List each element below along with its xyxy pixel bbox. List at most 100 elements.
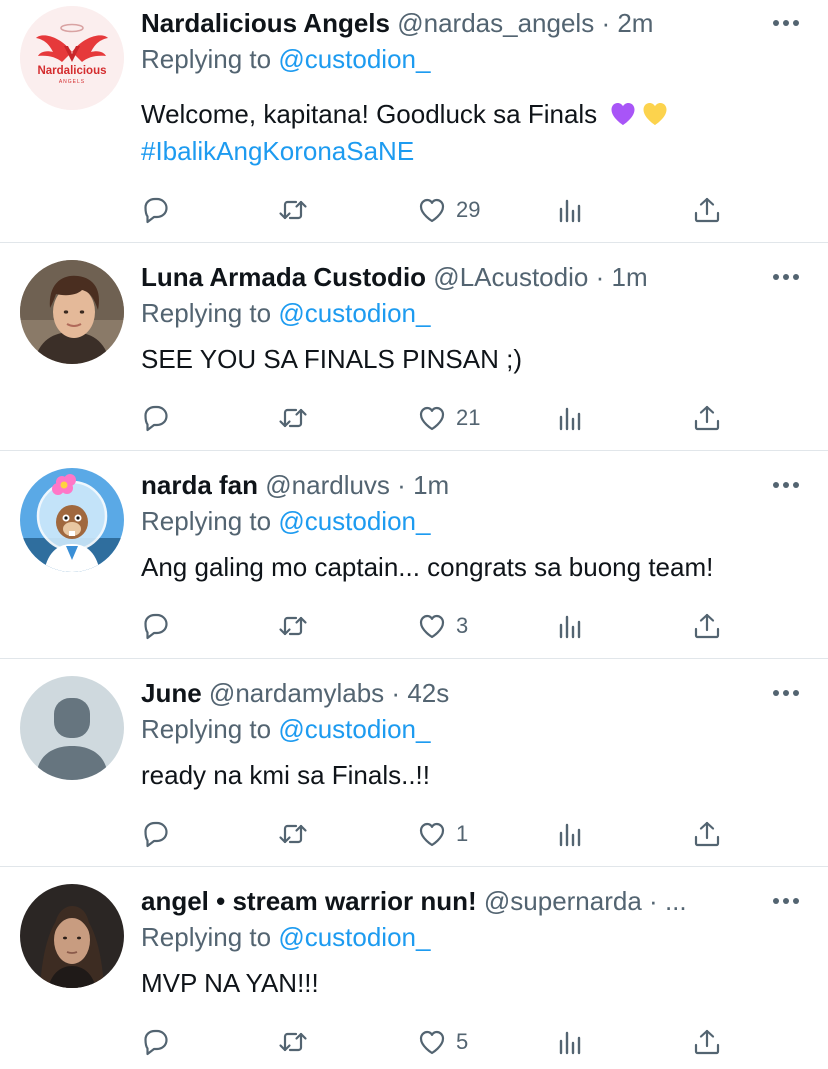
like-button[interactable]: 5 [416,1024,468,1060]
reply-icon [144,821,168,848]
retweet-button[interactable] [277,816,309,852]
tweet[interactable]: narda fan @nardluvs · 1m Replying to @cu… [0,451,828,659]
heart-icon [419,1030,445,1055]
timestamp[interactable]: 1m [611,262,647,292]
display-name[interactable]: Nardalicious Angels [141,8,390,38]
tweet-actions: 29 [140,192,740,228]
display-name[interactable]: June [141,678,202,708]
replying-to: Replying to @custodion_ [141,920,430,954]
nardalicious-logo: Nardalicious ANGELS [20,6,124,110]
analytics-button[interactable] [554,400,586,436]
avatar[interactable] [20,260,124,364]
heart-icon [419,822,445,847]
mention-link[interactable]: @custodion_ [278,44,430,74]
like-count: 5 [456,1029,469,1054]
hashtag-link[interactable]: #IbalikAngKoronaSaNE [141,133,798,170]
separator-dot: · [391,678,401,708]
avatar[interactable] [20,676,124,780]
like-button[interactable]: 1 [416,816,468,852]
mention-link[interactable]: @custodion_ [278,506,430,536]
tweet[interactable]: Luna Armada Custodio @LAcustodio · 1m Re… [0,243,828,451]
separator-dot: · [649,886,658,916]
reply-button[interactable] [140,608,172,644]
timestamp[interactable]: 2m [617,8,653,38]
tweet-text: Welcome, kapitana! Goodluck sa Finals #I… [141,96,798,170]
replying-label: Replying to [141,714,272,744]
tweet[interactable]: Nardalicious ANGELS Nardalicious Angels … [0,0,828,243]
heart-icon [419,406,445,431]
share-button[interactable] [691,1024,723,1060]
replying-to: Replying to @custodion_ [141,296,430,330]
more-options-icon[interactable] [772,19,800,27]
mention-link[interactable]: @custodion_ [278,922,430,952]
retweet-button[interactable] [277,192,309,228]
reply-feed: Nardalicious ANGELS Nardalicious Angels … [0,0,828,1069]
replying-to: Replying to @custodion_ [141,42,430,76]
share-button[interactable] [691,608,723,644]
share-button[interactable] [691,400,723,436]
profile-photo [20,260,124,364]
retweet-button[interactable] [277,608,309,644]
yellow-heart-icon [643,103,667,125]
reply-icon [144,405,168,432]
user-handle[interactable]: @LAcustodio [433,262,588,292]
tweet-header: angel • stream warrior nun! @supernarda … [141,884,748,918]
user-handle[interactable]: @supernarda [484,886,642,916]
analytics-icon [559,615,581,639]
replying-label: Replying to [141,506,272,536]
retweet-button[interactable] [277,400,309,436]
analytics-icon [559,823,581,847]
like-count: 1 [456,821,469,846]
separator-dot: · [595,262,605,292]
like-count: 3 [456,613,469,638]
display-name[interactable]: Luna Armada Custodio [141,262,426,292]
mention-link[interactable]: @custodion_ [278,714,430,744]
timestamp[interactable]: ... [665,886,687,916]
reply-button[interactable] [140,400,172,436]
retweet-icon [279,408,307,428]
more-options-icon[interactable] [772,273,800,281]
like-button[interactable]: 21 [416,400,480,436]
separator-dot: · [601,8,611,38]
logo-subtext: ANGELS [59,79,85,85]
timestamp[interactable]: 1m [413,470,449,500]
tweet-body: SEE YOU SA FINALS PINSAN ;) [141,344,522,374]
user-handle[interactable]: @nardluvs [265,470,390,500]
avatar[interactable] [20,468,124,572]
analytics-button[interactable] [554,816,586,852]
reply-icon [144,613,168,640]
user-handle[interactable]: @nardamylabs [209,678,384,708]
tweet-actions: 21 [140,400,740,436]
analytics-icon [559,1031,581,1055]
avatar[interactable]: Nardalicious ANGELS [20,6,124,110]
cartoon-squirrel [20,468,124,572]
analytics-button[interactable] [554,608,586,644]
more-options-icon[interactable] [772,897,800,905]
mention-link[interactable]: @custodion_ [278,298,430,328]
retweet-icon [279,824,307,844]
analytics-icon [559,407,581,431]
tweet-text: Ang galing mo captain... congrats sa buo… [141,549,798,586]
like-button[interactable]: 29 [416,192,480,228]
reply-button[interactable] [140,192,172,228]
share-button[interactable] [691,192,723,228]
replying-label: Replying to [141,922,272,952]
retweet-icon [279,1032,307,1052]
like-button[interactable]: 3 [416,608,468,644]
analytics-button[interactable] [554,192,586,228]
more-options-icon[interactable] [772,689,800,697]
tweet[interactable]: June @nardamylabs · 42s Replying to @cus… [0,659,828,867]
analytics-button[interactable] [554,1024,586,1060]
share-button[interactable] [691,816,723,852]
display-name[interactable]: narda fan [141,470,258,500]
avatar[interactable] [20,884,124,988]
user-handle[interactable]: @nardas_angels [397,8,594,38]
display-name[interactable]: angel • stream warrior nun! [141,886,477,916]
timestamp[interactable]: 42s [407,678,449,708]
retweet-button[interactable] [277,1024,309,1060]
more-options-icon[interactable] [772,481,800,489]
tweet[interactable]: angel • stream warrior nun! @supernarda … [0,867,828,1069]
retweet-icon [279,200,307,220]
reply-button[interactable] [140,1024,172,1060]
reply-button[interactable] [140,816,172,852]
